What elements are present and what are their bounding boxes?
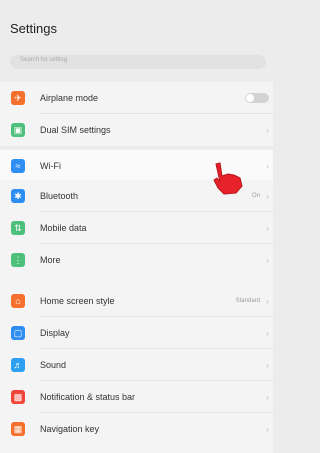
row-label: Sound [40, 360, 67, 370]
search-placeholder: Search for setting [20, 57, 68, 63]
home-icon: ⌂ [11, 294, 25, 308]
settings-row-navigation-key[interactable]: ▦ Navigation key › [0, 413, 273, 445]
notification-icon: ▩ [11, 390, 25, 404]
settings-row-more[interactable]: ⋮ More › [0, 244, 273, 276]
row-label: Bluetooth [40, 191, 79, 201]
settings-header: Settings [0, 0, 273, 49]
chevron-right-icon: › [266, 360, 269, 370]
chevron-right-icon: › [266, 223, 269, 233]
row-label: Display [40, 328, 70, 338]
more-icon: ⋮ [11, 253, 25, 267]
row-label: More [40, 255, 61, 265]
settings-row-notification[interactable]: ▩ Notification & status bar › [0, 381, 273, 413]
sim-card-icon: ▣ [11, 123, 25, 137]
row-label: Wi-Fi [40, 161, 61, 171]
settings-row-mobile-data[interactable]: ⇅ Mobile data › [0, 212, 273, 244]
row-label: Mobile data [40, 223, 87, 233]
pointing-hand-icon [213, 162, 243, 195]
airplane-mode-toggle[interactable] [245, 93, 269, 103]
wifi-icon: ≈ [11, 159, 25, 173]
chevron-right-icon: › [266, 191, 269, 201]
settings-row-airplane-mode[interactable]: ✈ Airplane mode [0, 82, 273, 114]
row-label: Home screen style [40, 296, 115, 306]
chevron-right-icon: › [266, 424, 269, 434]
chevron-right-icon: › [266, 296, 269, 306]
row-label: Dual SIM settings [40, 125, 111, 135]
mobile-data-icon: ⇅ [11, 221, 25, 235]
row-label: Navigation key [40, 424, 100, 434]
device-group: ⌂ Home screen style Standard › ▢ Display… [0, 285, 273, 453]
bluetooth-status: On [251, 193, 260, 199]
settings-row-display[interactable]: ▢ Display › [0, 317, 273, 349]
chevron-right-icon: › [266, 161, 269, 171]
connectivity-group-top: ✈ Airplane mode ▣ Dual SIM settings › [0, 82, 273, 146]
settings-row-sound[interactable]: ♬ Sound › [0, 349, 273, 381]
chevron-right-icon: › [266, 125, 269, 135]
home-screen-style-value: Standard [235, 298, 260, 304]
bluetooth-icon: ✱ [11, 189, 25, 203]
chevron-right-icon: › [266, 392, 269, 402]
navigation-key-icon: ▦ [11, 422, 25, 436]
display-icon: ▢ [11, 326, 25, 340]
row-label: Notification & status bar [40, 392, 136, 402]
page-title: Settings [10, 21, 57, 36]
speaker-icon: ♬ [11, 358, 25, 372]
chevron-right-icon: › [266, 328, 269, 338]
settings-row-home-screen[interactable]: ⌂ Home screen style Standard › [0, 285, 273, 317]
search-bar[interactable]: Search for setting [10, 55, 266, 69]
chevron-right-icon: › [266, 255, 269, 265]
settings-row-dual-sim[interactable]: ▣ Dual SIM settings › [0, 114, 273, 146]
row-label: Airplane mode [40, 93, 99, 103]
airplane-icon: ✈ [11, 91, 25, 105]
toggle-knob [246, 94, 254, 102]
